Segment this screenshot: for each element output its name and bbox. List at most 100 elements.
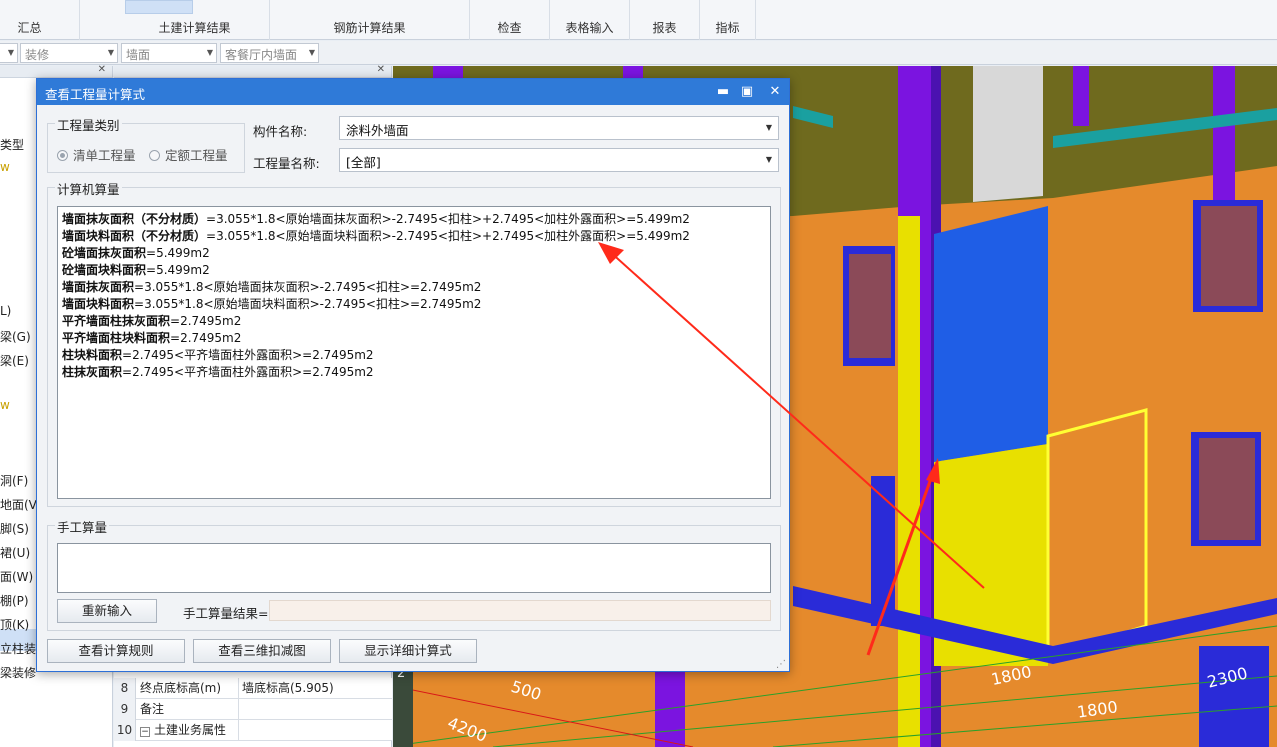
category-select[interactable]: 装修 ▼ (20, 43, 118, 63)
tree-item[interactable]: 类型 (0, 136, 24, 153)
property-value (238, 720, 392, 741)
formula-name: 墙面块料面积（不分材质） (62, 229, 207, 243)
tree-item[interactable]: 面(W) (0, 568, 33, 585)
formula-expr: =2.7495m2 (170, 331, 242, 345)
tree-item[interactable]: 梁(G) (0, 328, 31, 345)
formula-name: 砼墙面块料面积 (62, 263, 147, 277)
row-number: 8 (114, 678, 136, 699)
formula-line: 平齐墙面柱抹灰面积=2.7495m2 (62, 313, 766, 330)
radio-label: 定额工程量 (165, 148, 228, 163)
tree-item[interactable]: 裙(U) (0, 544, 30, 561)
ribbon-group-check[interactable]: 检查 (470, 0, 550, 40)
ribbon-group-label: 指标 (715, 21, 740, 35)
resize-grip-icon[interactable]: ⋰ (776, 659, 786, 670)
formula-expr: =3.055*1.8<原始墙面抹灰面积>-2.7495<扣柱>+2.7495<加… (206, 212, 690, 226)
type-select[interactable]: 墙面 ▼ (121, 43, 217, 63)
close-icon[interactable]: ✕ (765, 82, 785, 102)
ribbon-group-label: 检查 (497, 21, 522, 35)
formula-expr: =3.055*1.8<原始墙面块料面积>-2.7495<扣柱>+2.7495<加… (206, 229, 690, 243)
manual-result-label: 手工算量结果= (183, 606, 269, 621)
show-detail-formula-button[interactable]: 显示详细计算式 (339, 639, 477, 663)
property-group-toggle[interactable]: − 土建业务属性 (140, 720, 226, 741)
close-icon[interactable]: ✕ (377, 64, 385, 75)
radio-dot[interactable] (57, 150, 68, 161)
tree-item[interactable]: 脚(S) (0, 520, 29, 537)
ribbon-group-civil-results[interactable]: 土建计算结果 (120, 0, 270, 40)
property-value[interactable]: 墙底标高(5.905) (238, 678, 392, 699)
formula-line: 柱抹灰面积=2.7495<平齐墙面柱外露面积>=2.7495m2 (62, 364, 766, 381)
property-value[interactable] (238, 699, 392, 720)
tree-item[interactable]: 顶(K) (0, 616, 29, 633)
formula-name: 砼墙面抹灰面积 (62, 246, 147, 260)
radio-label: 清单工程量 (73, 148, 136, 163)
ribbon-group-report[interactable]: 报表 (630, 0, 700, 40)
chevron-down-icon: ▼ (7, 48, 14, 57)
manual-formula-input[interactable] (57, 543, 771, 593)
panel-header: ✕ (114, 64, 391, 78)
tree-item[interactable]: w (0, 398, 10, 412)
dialog-titlebar[interactable]: 查看工程量计算式 ▬ ▣ ✕ (37, 79, 789, 105)
property-key: 备注 (140, 702, 165, 716)
formula-name: 墙面抹灰面积 (62, 280, 135, 294)
formula-name: 墙面抹灰面积（不分材质） (62, 212, 207, 226)
calc-formula-textarea[interactable]: 墙面抹灰面积（不分材质）=3.055*1.8<原始墙面抹灰面积>-2.7495<… (57, 206, 771, 499)
maximize-icon[interactable]: ▣ (737, 82, 757, 102)
formula-name: 墙面块料面积 (62, 297, 135, 311)
component-name-value: 涂料外墙面 (346, 123, 409, 138)
component-name-select[interactable]: 涂料外墙面 ▼ (339, 116, 779, 140)
ribbon-toolbar: 汇总 土建计算结果 钢筋计算结果 检查 表格输入 报表 指标 (0, 0, 1277, 40)
radio-dot[interactable] (149, 150, 160, 161)
reenter-button[interactable]: 重新输入 (57, 599, 157, 623)
ribbon-group-rebar-results[interactable]: 钢筋计算结果 (270, 0, 470, 40)
formula-expr: =5.499m2 (146, 263, 210, 277)
tree-item[interactable]: 梁(E) (0, 352, 29, 369)
manual-result-field[interactable] (269, 600, 771, 621)
view-3d-deduction-button[interactable]: 查看三维扣减图 (193, 639, 331, 663)
formula-line: 砼墙面抹灰面积=5.499m2 (62, 245, 766, 262)
formula-expr: =3.055*1.8<原始墙面块料面积>-2.7495<扣柱>=2.7495m2 (134, 297, 482, 311)
collapse-icon[interactable]: − (140, 727, 150, 737)
chevron-down-icon: ▼ (308, 48, 315, 57)
property-row[interactable]: 8 终点底标高(m) 墙底标高(5.905) (114, 678, 392, 699)
manual-calc-group-title: 手工算量 (55, 517, 110, 536)
ribbon-group-table-input[interactable]: 表格输入 (550, 0, 630, 40)
view-rules-button[interactable]: 查看计算规则 (47, 639, 185, 663)
property-key: 终点底标高(m) (140, 681, 222, 695)
formula-line: 墙面块料面积（不分材质）=3.055*1.8<原始墙面块料面积>-2.7495<… (62, 228, 766, 245)
qty-name-value: [全部] (346, 155, 381, 170)
radio-quota-qty[interactable]: 定额工程量 (149, 145, 228, 164)
property-row[interactable]: 10 − 土建业务属性 (114, 720, 392, 741)
formula-name: 平齐墙面柱块料面积 (62, 331, 171, 345)
tree-item[interactable]: 洞(F) (0, 472, 28, 489)
ribbon-group-summary[interactable]: 汇总 (0, 0, 80, 40)
formula-name: 平齐墙面柱抹灰面积 (62, 314, 171, 328)
dialog-title: 查看工程量计算式 (45, 87, 146, 102)
row-number: 9 (114, 699, 136, 720)
category-select-value: 装修 (25, 48, 50, 62)
minimize-icon[interactable]: ▬ (713, 82, 733, 102)
component-name-label: 构件名称: (253, 124, 308, 139)
radio-list-qty[interactable]: 清单工程量 (57, 145, 136, 164)
close-icon[interactable]: ✕ (98, 64, 106, 75)
qty-name-select[interactable]: [全部] ▼ (339, 148, 779, 172)
property-row[interactable]: 9 备注 (114, 699, 392, 720)
chevron-down-icon: ▼ (107, 48, 114, 57)
tree-item[interactable]: w (0, 160, 10, 174)
ribbon-group-label: 钢筋计算结果 (333, 21, 406, 35)
formula-expr: =2.7495<平齐墙面柱外露面积>=2.7495m2 (122, 348, 374, 362)
tree-item[interactable]: 棚(P) (0, 592, 29, 609)
ribbon-group-index[interactable]: 指标 (700, 0, 756, 40)
filter-bar: ▼ 装修 ▼ 墙面 ▼ 客餐厅内墙面 ▼ (0, 41, 1277, 65)
component-select[interactable]: 客餐厅内墙面 ▼ (220, 43, 319, 63)
row-number: 10 (114, 720, 136, 741)
type-select-value: 墙面 (126, 48, 151, 62)
formula-line: 墙面块料面积=3.055*1.8<原始墙面块料面积>-2.7495<扣柱>=2.… (62, 296, 766, 313)
formula-line: 平齐墙面柱块料面积=2.7495m2 (62, 330, 766, 347)
component-select-value: 客餐厅内墙面 (225, 48, 298, 62)
ribbon-group-label: 报表 (652, 21, 677, 35)
formula-name: 柱块料面积 (62, 348, 123, 362)
formula-expr: =2.7495<平齐墙面柱外露面积>=2.7495m2 (122, 365, 374, 379)
tree-item[interactable]: L) (0, 304, 11, 318)
tree-item[interactable]: 梁装修 (0, 664, 36, 681)
floor-select[interactable]: ▼ (0, 43, 18, 63)
